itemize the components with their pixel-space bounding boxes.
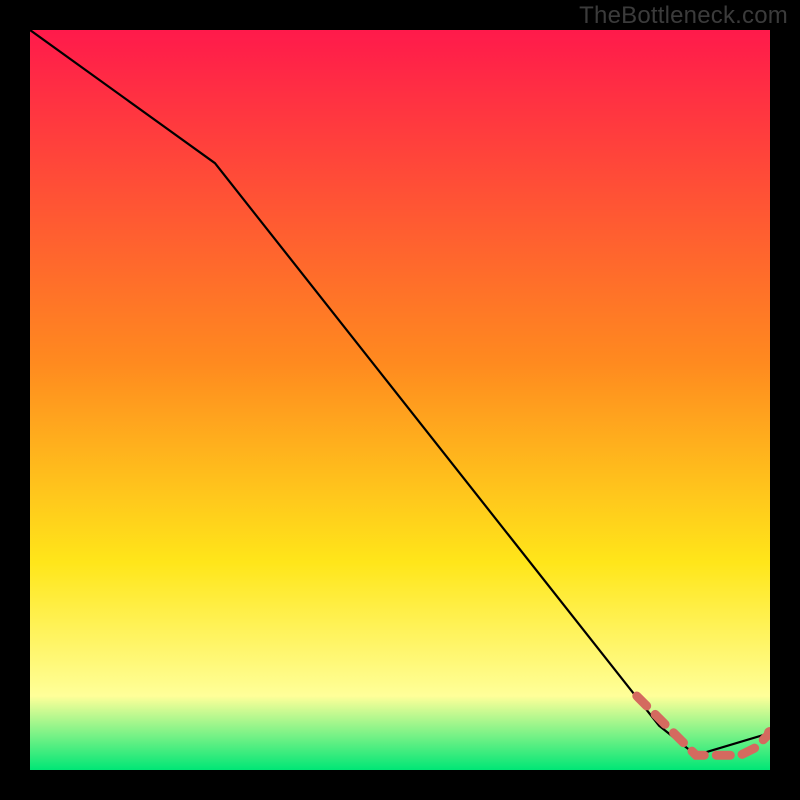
chart-frame: TheBottleneck.com bbox=[0, 0, 800, 800]
gradient-background bbox=[30, 30, 770, 770]
watermark-label: TheBottleneck.com bbox=[579, 2, 788, 30]
plot-area bbox=[30, 30, 770, 770]
chart-svg bbox=[30, 30, 770, 770]
